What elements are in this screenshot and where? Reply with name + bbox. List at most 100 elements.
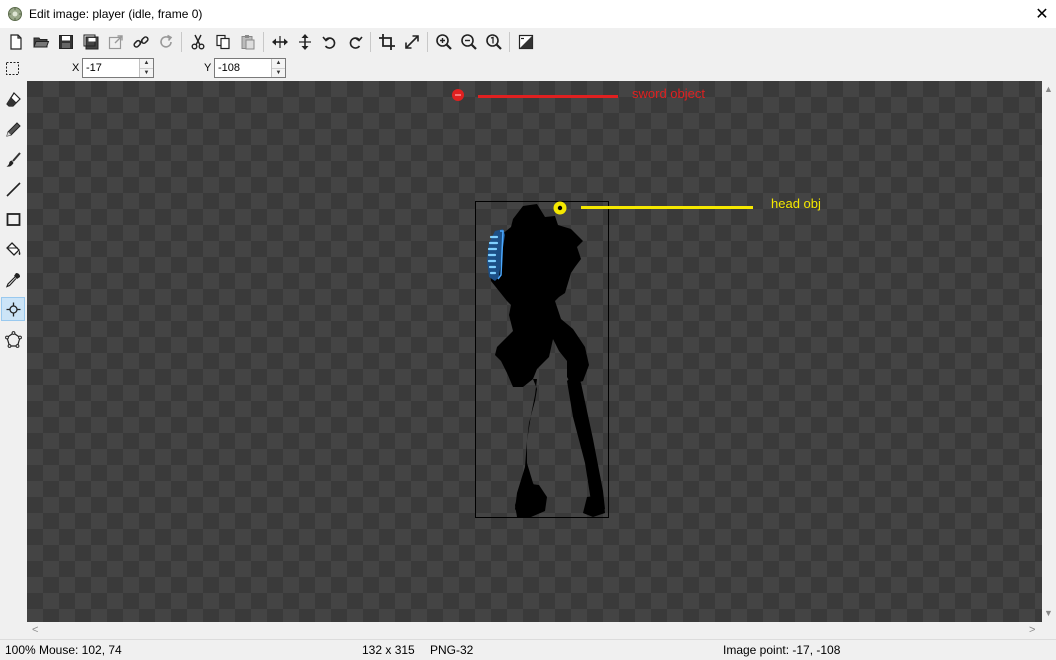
line-tool[interactable]	[1, 177, 25, 201]
resize-button[interactable]	[399, 30, 424, 54]
flip-horizontal-icon	[271, 36, 288, 48]
app-icon	[8, 7, 22, 21]
image-point: Image point: -17, -108	[723, 643, 841, 657]
origin-point-tool[interactable]	[1, 297, 25, 321]
sword-origin-marker-icon[interactable]	[451, 87, 467, 103]
y-spin-up-icon[interactable]: ▲	[272, 59, 285, 69]
sword-annotation-line	[478, 95, 618, 98]
paste-button[interactable]	[235, 30, 260, 54]
flip-vertical-icon	[298, 34, 311, 50]
rectangle-icon	[6, 212, 20, 226]
open-folder-icon	[32, 37, 49, 48]
zoom-out-button[interactable]	[456, 30, 481, 54]
resize-icon	[404, 35, 419, 49]
image-adjust-icon	[518, 34, 533, 50]
save-as-button[interactable]	[78, 30, 103, 54]
eyedropper-tool[interactable]	[1, 267, 25, 291]
x-spin-up-icon[interactable]: ▲	[140, 59, 153, 69]
player-sprite	[487, 204, 605, 517]
zoom-in-icon	[435, 34, 452, 50]
sword-annotation-label: sword object	[632, 86, 705, 101]
image-format: PNG-32	[430, 643, 474, 657]
flip-vertical-button[interactable]	[292, 30, 317, 54]
export-icon	[108, 35, 123, 50]
origin-point-icon	[6, 302, 20, 316]
brush-tool[interactable]	[1, 147, 25, 171]
vertical-scrollbar[interactable]: ▲ ▼	[1042, 81, 1056, 622]
x-spin-arrows[interactable]: ▲ ▼	[139, 59, 153, 77]
mouse-position: Mouse: 102, 74	[39, 643, 122, 657]
flip-horizontal-button[interactable]	[267, 30, 292, 54]
y-label: Y	[204, 62, 212, 74]
y-spin-arrows[interactable]: ▲ ▼	[271, 59, 285, 77]
zoom-out-icon	[460, 34, 477, 50]
x-label: X	[72, 62, 80, 74]
polygon-tool[interactable]	[1, 327, 25, 351]
fill-tool[interactable]	[1, 237, 25, 261]
redo-button[interactable]	[342, 30, 367, 54]
pencil-tool[interactable]	[1, 117, 25, 141]
y-input[interactable]	[215, 59, 271, 77]
status-bar: 100% Mouse: 102, 74 132 x 315 PNG-32 Ima…	[0, 639, 1056, 660]
zoom-level: 100%	[5, 643, 36, 657]
line-icon	[5, 181, 21, 197]
image-adjust-button[interactable]	[513, 30, 538, 54]
selection-rectangle-icon[interactable]	[5, 61, 20, 76]
image-dimensions: 132 x 315	[362, 643, 415, 657]
save-button[interactable]	[53, 30, 78, 54]
zoom-reset-icon	[485, 34, 502, 50]
scrollbar-corner	[1042, 622, 1056, 639]
y-spinbox[interactable]: ▲ ▼	[214, 58, 286, 78]
image-canvas[interactable]: sword object head obj	[27, 81, 1042, 622]
new-file-icon	[9, 34, 22, 50]
cut-button[interactable]	[185, 30, 210, 54]
new-button[interactable]	[3, 30, 28, 54]
save-icon	[58, 35, 73, 49]
link-icon	[132, 36, 149, 48]
crop-icon	[378, 34, 395, 50]
zoom-reset-button[interactable]	[481, 30, 506, 54]
x-spin-down-icon[interactable]: ▼	[140, 68, 153, 77]
cut-icon	[191, 34, 204, 50]
title-bar: Edit image: player (idle, frame 0) ✕	[0, 0, 1056, 28]
toolbar-separator	[181, 32, 182, 52]
eraser-tool[interactable]	[1, 87, 25, 111]
toolbar-separator	[509, 32, 510, 52]
rectangle-tool[interactable]	[1, 207, 25, 231]
head-origin-marker-icon[interactable]	[552, 200, 568, 216]
x-input[interactable]	[83, 59, 139, 77]
eraser-icon	[5, 91, 21, 107]
undo-icon	[321, 36, 335, 49]
close-icon: ✕	[1035, 6, 1049, 23]
pencil-icon	[5, 121, 21, 137]
brush-icon	[6, 151, 21, 167]
copy-icon	[215, 34, 230, 50]
copy-button[interactable]	[210, 30, 235, 54]
x-spinbox[interactable]: ▲ ▼	[82, 58, 154, 78]
redo-icon	[349, 36, 363, 49]
scroll-up-icon[interactable]: ▲	[1044, 84, 1053, 94]
eyedropper-icon	[5, 272, 20, 288]
export-button[interactable]	[103, 30, 128, 54]
head-annotation-label: head obj	[771, 196, 821, 211]
main-toolbar	[0, 28, 1056, 56]
window-title: Edit image: player (idle, frame 0)	[29, 7, 203, 21]
horizontal-scrollbar[interactable]: < >	[27, 622, 1042, 639]
fill-icon	[5, 241, 20, 256]
save-as-icon	[83, 34, 98, 50]
close-button[interactable]: ✕	[1028, 0, 1056, 28]
undo-button[interactable]	[317, 30, 342, 54]
tool-palette	[0, 81, 27, 641]
scroll-left-icon[interactable]: <	[32, 624, 38, 636]
y-spin-down-icon[interactable]: ▼	[272, 68, 285, 77]
open-button[interactable]	[28, 30, 53, 54]
head-annotation-line	[581, 206, 753, 209]
link-button[interactable]	[128, 30, 153, 54]
scroll-right-icon[interactable]: >	[1029, 624, 1035, 636]
zoom-in-button[interactable]	[431, 30, 456, 54]
origin-coordinates-bar: X ▲ ▼ Y ▲ ▼	[0, 56, 1056, 81]
toolbar-separator	[427, 32, 428, 52]
crop-button[interactable]	[374, 30, 399, 54]
scroll-down-icon[interactable]: ▼	[1044, 608, 1053, 618]
refresh-button[interactable]	[153, 30, 178, 54]
